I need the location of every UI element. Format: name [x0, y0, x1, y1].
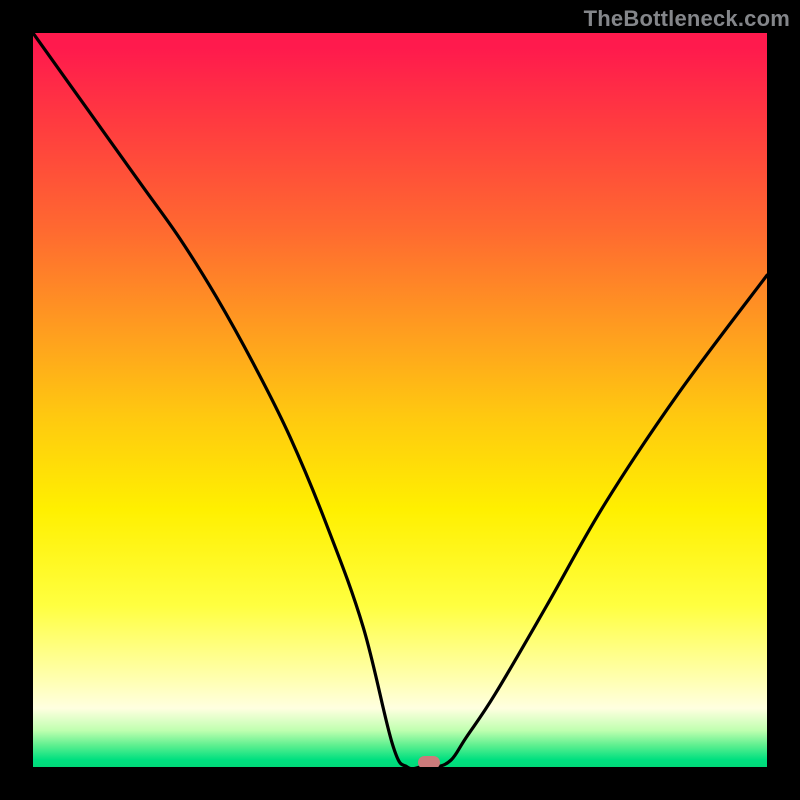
watermark-text: TheBottleneck.com	[584, 6, 790, 32]
bottleneck-curve	[33, 33, 767, 767]
plot-area	[33, 33, 767, 767]
chart-frame: TheBottleneck.com	[0, 0, 800, 800]
optimal-marker	[418, 756, 440, 767]
